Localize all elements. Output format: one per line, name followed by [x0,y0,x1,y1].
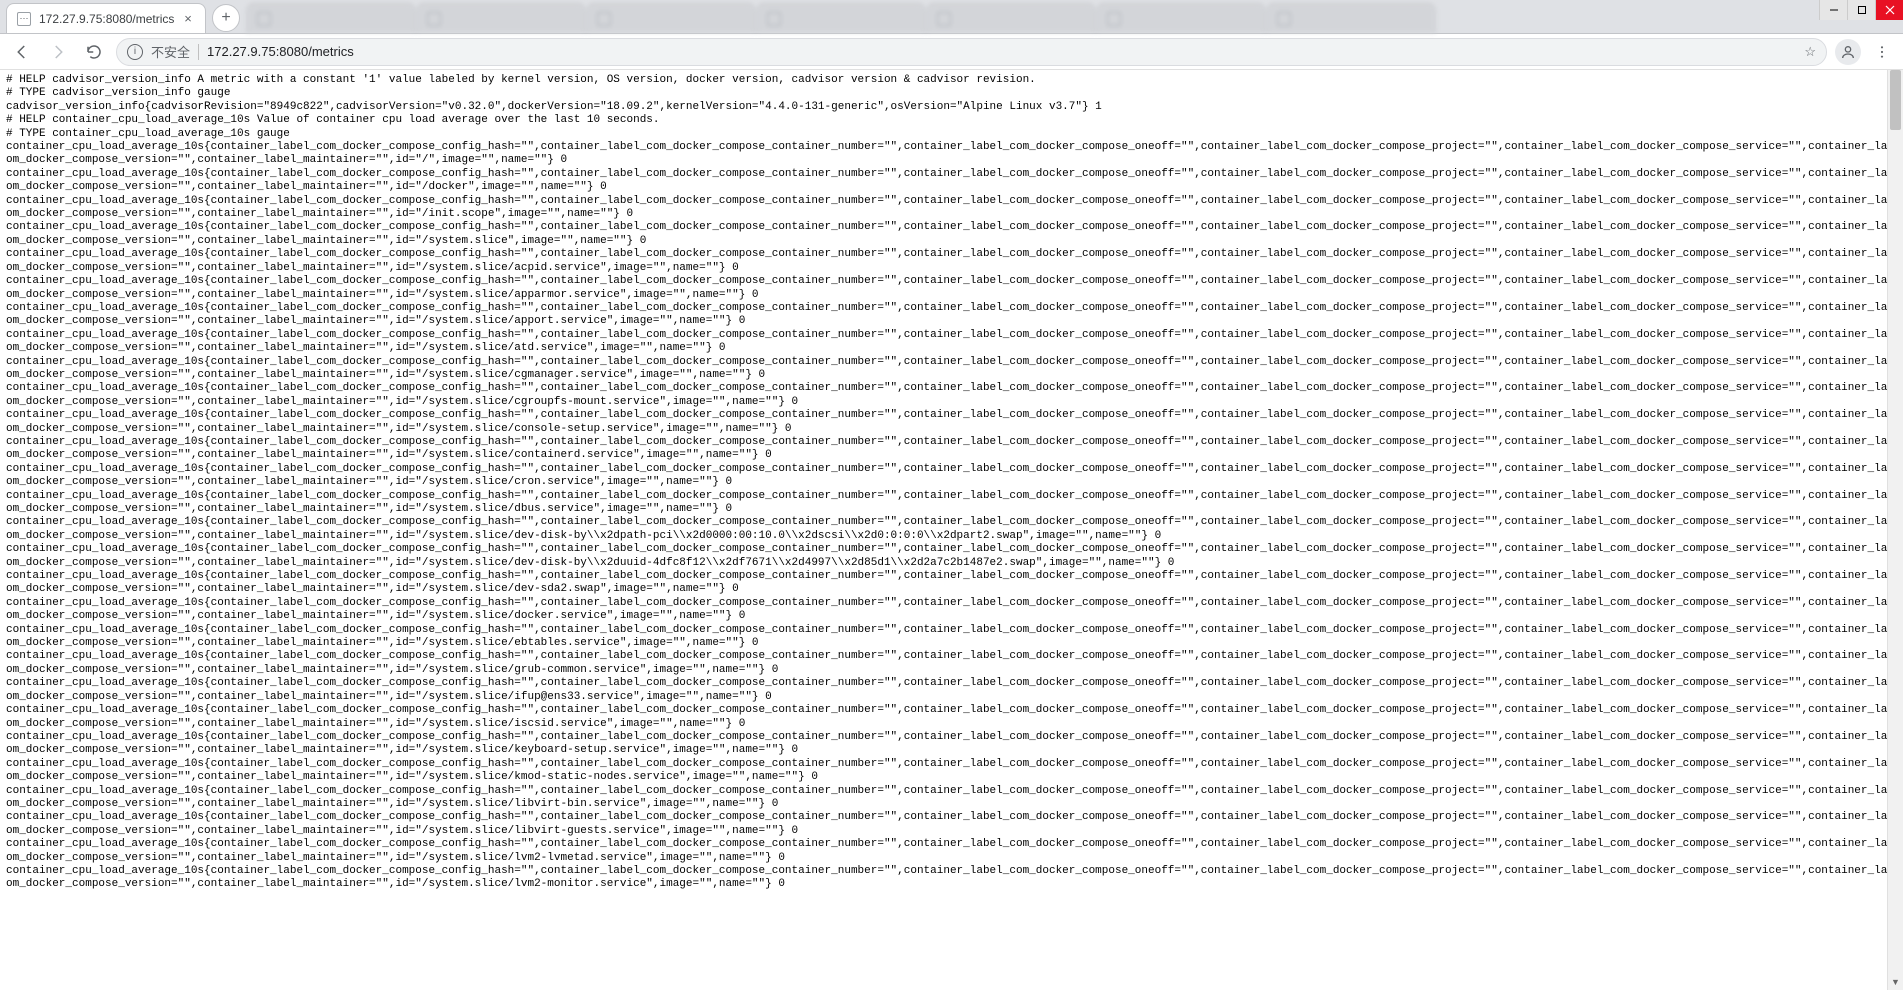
reload-icon [85,43,103,61]
page-viewport: # HELP cadvisor_version_info A metric wi… [0,70,1903,990]
tab-favicon-icon [427,12,441,26]
browser-tab-background[interactable] [1266,3,1436,33]
browser-tabstrip: ⋯ 172.27.9.75:8080/metrics × + [0,0,1903,34]
new-tab-button[interactable]: + [212,4,240,32]
forward-button[interactable] [44,38,72,66]
browser-tab-background[interactable] [246,3,416,33]
tab-favicon-icon [1107,12,1121,26]
tab-close-button[interactable]: × [181,12,195,26]
window-close-button[interactable] [1875,0,1903,20]
tab-favicon-icon [1277,12,1291,26]
tab-title [449,12,575,26]
tab-title [959,12,1085,26]
window-maximize-button[interactable] [1847,0,1875,20]
omnibox-divider [198,44,199,60]
back-button[interactable] [8,38,36,66]
reload-button[interactable] [80,38,108,66]
browser-tab-background[interactable] [756,3,926,33]
tab-title [1299,12,1425,26]
profile-button[interactable] [1835,39,1861,65]
tab-favicon-icon: ⋯ [17,12,31,26]
kebab-menu-icon [1874,44,1890,60]
tab-title [1129,12,1255,26]
tab-favicon-icon [597,12,611,26]
site-info-icon[interactable]: i [127,44,143,60]
browser-menu-button[interactable] [1869,39,1895,65]
browser-tab-background[interactable] [416,3,586,33]
tab-favicon-icon [767,12,781,26]
bookmark-star-icon[interactable]: ☆ [1804,44,1816,60]
tab-title [619,12,745,26]
scrollbar-thumb[interactable] [1890,70,1901,130]
tab-title: 172.27.9.75:8080/metrics [39,12,181,26]
browser-tab-background[interactable] [586,3,756,33]
tab-favicon-icon [257,12,271,26]
insecure-label: 不安全 [151,42,190,61]
vertical-scrollbar[interactable]: ▲ ▼ [1887,70,1903,990]
address-bar[interactable]: i 不安全 172.27.9.75:8080/metrics ☆ [116,38,1827,66]
url-text: 172.27.9.75:8080/metrics [207,44,1796,59]
user-icon [1840,44,1856,60]
browser-toolbar: i 不安全 172.27.9.75:8080/metrics ☆ [0,34,1903,70]
window-caption [1819,0,1903,20]
browser-tab-active[interactable]: ⋯ 172.27.9.75:8080/metrics × [6,3,206,33]
arrow-right-icon [49,43,67,61]
scroll-down-button[interactable]: ▼ [1888,974,1903,990]
tab-title [789,12,915,26]
metrics-output: # HELP cadvisor_version_info A metric wi… [0,70,1903,896]
tab-title [279,12,405,26]
window-minimize-button[interactable] [1819,0,1847,20]
browser-tab-background[interactable] [1096,3,1266,33]
browser-tab-background[interactable] [926,3,1096,33]
arrow-left-icon [13,43,31,61]
tab-favicon-icon [937,12,951,26]
